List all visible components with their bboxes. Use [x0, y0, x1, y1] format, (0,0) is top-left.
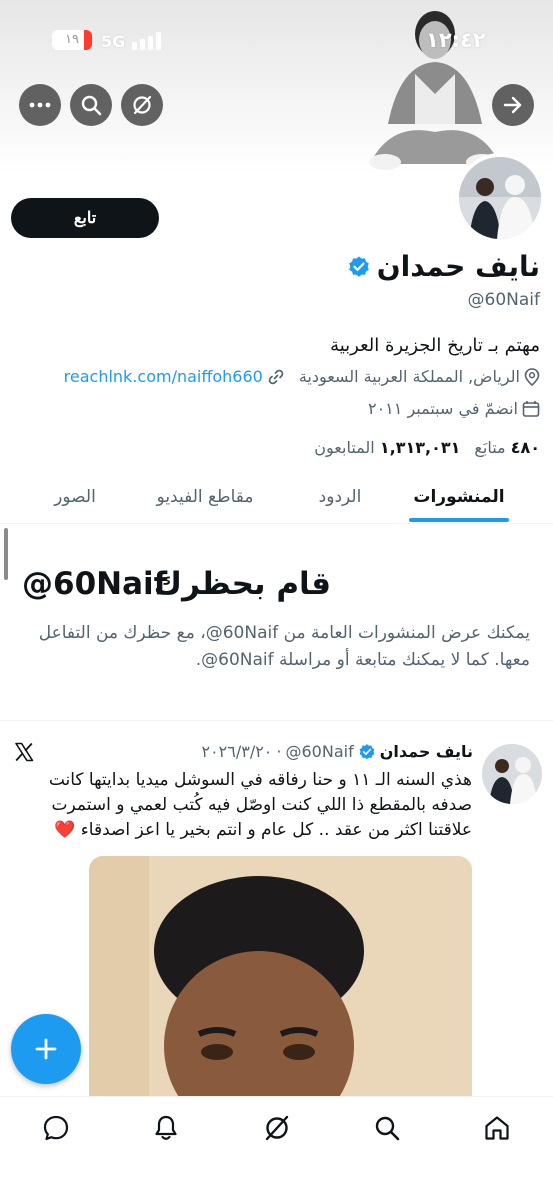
grok-icon [133, 95, 152, 115]
x-logo-icon[interactable] [14, 742, 34, 762]
notifications-icon [155, 1115, 177, 1140]
search-icon [81, 95, 102, 116]
status-bar: ١٩ 5G ١٢:٤٢ [0, 28, 553, 54]
followers-label: المتابعون [314, 438, 375, 457]
blocked-description: يمكنك عرض المنشورات العامة من ‎@60Naif‏،… [38, 623, 530, 670]
followers-count-link[interactable]: ١,٣١٣,٠٣١ المتابعون [314, 438, 460, 457]
blocked-handle: @60Naif [22, 566, 168, 602]
tweet-author-name[interactable]: نايف حمدان [380, 742, 473, 761]
tweet-separator: · [276, 742, 282, 761]
blocked-title: قام بحظرك [153, 566, 331, 602]
status-time: ١٢:٤٢ [426, 28, 486, 52]
bottom-nav [0, 1096, 553, 1200]
profile-joined: انضمّ في سبتمبر ٢٠١١ [367, 399, 518, 418]
tweet-author-handle[interactable]: @60Naif [285, 742, 353, 761]
search-icon [375, 1116, 400, 1141]
active-tab-indicator [409, 518, 509, 522]
scrollbar[interactable] [4, 528, 8, 580]
followers-count: ١,٣١٣,٠٣١ [379, 438, 461, 457]
tweet-text: هذي السنه الـ ١١ و حنا رفاقه في السوشل م… [48, 770, 472, 840]
profile-handle: @60Naif [467, 290, 540, 310]
compose-button[interactable] [11, 1014, 81, 1084]
profile-joined-row: انضمّ في سبتمبر ٢٠١١ [368, 399, 540, 418]
follow-button[interactable]: تابع [11, 198, 159, 238]
profile-avatar[interactable] [455, 153, 545, 243]
tab-replies[interactable]: الردود [300, 470, 380, 523]
following-count: ٤٨٠ [510, 438, 540, 457]
verified-badge-icon [359, 743, 375, 759]
profile-meta-row: الرياض, المملكة العربية السعودية reachln… [64, 367, 540, 386]
back-button[interactable] [492, 84, 534, 126]
arrow-forward-icon [503, 96, 522, 114]
divider [0, 720, 553, 721]
nav-messages[interactable] [41, 1113, 71, 1143]
calendar-icon [522, 400, 540, 417]
profile-tabs: المنشورات الردود مقاطع الفيديو الصور [0, 470, 553, 524]
grok-button[interactable] [121, 84, 163, 126]
profile-link[interactable]: reachlnk.com/naiffoh660 [64, 367, 263, 386]
network-type: 5G [101, 32, 126, 51]
verified-badge-icon [348, 256, 369, 277]
tweet-media-photo [89, 856, 472, 1100]
tab-photos[interactable]: الصور [30, 470, 120, 523]
tweet-media[interactable] [89, 856, 472, 1100]
nav-home[interactable] [482, 1113, 512, 1143]
messages-icon [43, 1115, 69, 1141]
profile-name-row: نايف حمدان [347, 250, 540, 283]
nav-grok[interactable] [262, 1113, 292, 1143]
nav-notifications[interactable] [151, 1113, 181, 1143]
battery-indicator: ١٩ [52, 30, 92, 50]
avatar-photo [459, 157, 541, 239]
following-count-link[interactable]: ٤٨٠ متابَع [474, 438, 540, 457]
nav-search[interactable] [372, 1113, 402, 1143]
follow-counts: ٤٨٠ متابَع ١,٣١٣,٠٣١ المتابعون [314, 438, 540, 457]
tweet-header: نايف حمدان @60Naif · ٢٠٢٦/٣/٢٠ [201, 742, 473, 761]
following-label: متابَع [474, 438, 506, 457]
search-profile-button[interactable] [70, 84, 112, 126]
plus-icon [35, 1038, 57, 1060]
location-icon [524, 367, 540, 386]
link-icon [268, 369, 284, 384]
more-button[interactable] [19, 84, 61, 126]
tweet-date[interactable]: ٢٠٢٦/٣/٢٠ [201, 742, 272, 761]
profile-name: نايف حمدان [376, 250, 540, 283]
signal-icon [132, 32, 161, 50]
battery-level: ١٩ [65, 32, 79, 47]
tweet-avatar-photo [482, 744, 542, 804]
grok-icon [265, 1115, 289, 1141]
profile-bio: مهتم بـ تاريخ الجزيرة العربية [330, 335, 540, 356]
more-icon [29, 102, 51, 108]
tab-videos[interactable]: مقاطع الفيديو [135, 470, 275, 523]
profile-location: الرياض, المملكة العربية السعودية [298, 367, 520, 386]
tweet-avatar[interactable] [482, 744, 542, 804]
tab-posts[interactable]: المنشورات [400, 470, 518, 523]
home-icon [485, 1116, 509, 1140]
